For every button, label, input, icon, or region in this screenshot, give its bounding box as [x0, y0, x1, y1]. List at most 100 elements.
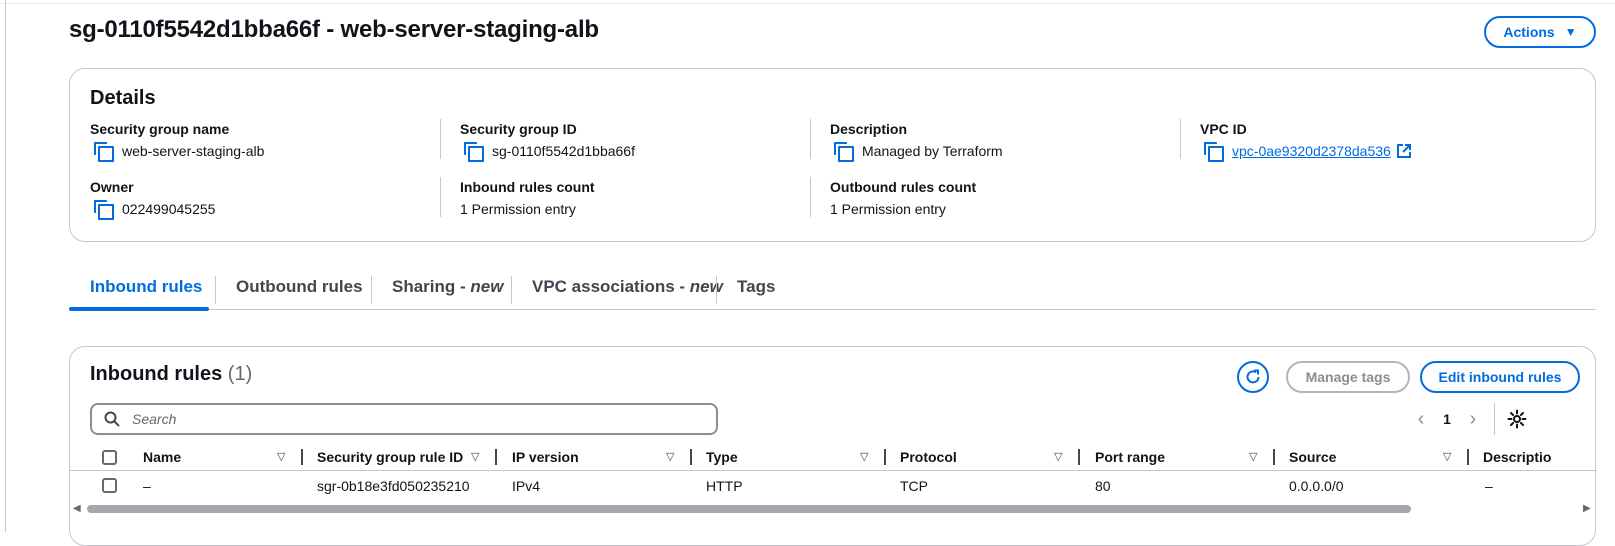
- tab-outbound-rules-label: Outbound rules: [236, 277, 363, 296]
- column-resizer[interactable]: [495, 449, 497, 465]
- settings-icon[interactable]: [1506, 408, 1528, 430]
- column-divider: [810, 119, 811, 159]
- column-header-source[interactable]: Source: [1289, 443, 1336, 471]
- page-number[interactable]: 1: [1432, 411, 1462, 427]
- tab-vpc-associations[interactable]: VPC associations - new: [532, 264, 723, 310]
- description-value: Managed by Terraform: [862, 142, 1003, 159]
- vpc-id-field: VPC ID vpc-0ae9320d2378da536: [1200, 121, 1411, 162]
- tab-inbound-rules[interactable]: Inbound rules: [90, 264, 202, 310]
- sort-icon[interactable]: ▽: [1249, 450, 1257, 463]
- owner-label: Owner: [90, 179, 134, 195]
- sort-icon[interactable]: ▽: [666, 450, 674, 463]
- sort-icon[interactable]: ▽: [860, 450, 868, 463]
- column-header-protocol[interactable]: Protocol: [900, 443, 957, 471]
- description-field: Description Managed by Terraform: [830, 121, 1003, 162]
- column-resizer[interactable]: [301, 449, 303, 465]
- security-group-id-value: sg-0110f5542d1bba66f: [492, 142, 635, 159]
- manage-tags-button[interactable]: Manage tags: [1286, 361, 1410, 393]
- column-resizer[interactable]: [690, 449, 692, 465]
- cell-ip-version: IPv4: [512, 478, 541, 494]
- scroll-left-icon[interactable]: ◀: [73, 503, 81, 514]
- copy-icon[interactable]: [1204, 142, 1224, 162]
- details-title: Details: [90, 87, 156, 109]
- copy-icon[interactable]: [464, 142, 484, 162]
- tab-sharing-label: Sharing -: [392, 277, 471, 296]
- cell-port-range: 80: [1095, 478, 1111, 494]
- vpc-id-label: VPC ID: [1200, 121, 1247, 137]
- cell-source: 0.0.0.0/0: [1289, 478, 1344, 494]
- external-link-icon[interactable]: [1396, 143, 1411, 158]
- tab-sharing-new-tag: new: [470, 277, 504, 296]
- sort-icon[interactable]: ▽: [1443, 450, 1451, 463]
- pagination: ‹ 1 ›: [1410, 407, 1484, 431]
- inbound-rules-count: (1): [227, 363, 253, 385]
- select-all-checkbox[interactable]: [102, 450, 117, 465]
- tab-outbound-rules[interactable]: Outbound rules: [236, 264, 363, 310]
- column-resizer[interactable]: [884, 449, 886, 465]
- tab-separator: [371, 276, 372, 304]
- scrollbar-thumb[interactable]: [87, 505, 1411, 513]
- inbound-rules-title: Inbound rules: [90, 363, 223, 385]
- copy-icon[interactable]: [94, 142, 114, 162]
- description-label: Description: [830, 121, 908, 137]
- security-group-name-field: Security group name web-server-staging-a…: [90, 121, 265, 162]
- tab-tags[interactable]: Tags: [737, 264, 775, 310]
- sort-icon[interactable]: ▽: [1054, 450, 1062, 463]
- owner-value: 022499045255: [122, 200, 216, 217]
- vpc-id-link[interactable]: vpc-0ae9320d2378da536: [1232, 143, 1391, 159]
- security-group-name-label: Security group name: [90, 121, 230, 137]
- cell-rule-id: sgr-0b18e3fd050235210: [317, 478, 470, 494]
- column-resizer[interactable]: [1467, 449, 1469, 465]
- row-checkbox[interactable]: [102, 478, 117, 493]
- tab-inbound-rules-label: Inbound rules: [90, 277, 203, 296]
- tab-separator: [716, 276, 717, 304]
- cell-description: –: [1485, 478, 1493, 494]
- tab-bar: Inbound rules Outbound rules Sharing - n…: [69, 264, 1596, 311]
- column-resizer[interactable]: [1273, 449, 1275, 465]
- edit-inbound-rules-button[interactable]: Edit inbound rules: [1420, 361, 1580, 393]
- security-group-name-value: web-server-staging-alb: [122, 142, 265, 159]
- actions-button-label: Actions: [1503, 24, 1555, 40]
- details-panel: Details Security group name web-server-s…: [69, 68, 1596, 242]
- column-header-name[interactable]: Name: [143, 443, 181, 471]
- refresh-icon: [1246, 369, 1260, 384]
- copy-icon[interactable]: [834, 142, 854, 162]
- tab-tags-label: Tags: [737, 277, 776, 296]
- sort-icon[interactable]: ▽: [471, 450, 479, 463]
- inbound-rules-heading: Inbound rules (1): [90, 363, 252, 386]
- table-row[interactable]: – sgr-0b18e3fd050235210 IPv4 HTTP TCP 80…: [70, 471, 1597, 501]
- table-header: Name ▽ Security group rule ID ▽ IP versi…: [70, 443, 1597, 471]
- column-header-description[interactable]: Descriptio: [1483, 443, 1551, 471]
- column-divider: [810, 177, 811, 217]
- column-header-port-range[interactable]: Port range: [1095, 443, 1165, 471]
- sort-icon[interactable]: ▽: [277, 450, 285, 463]
- search-input[interactable]: [130, 410, 690, 428]
- tab-separator: [215, 276, 216, 304]
- inbound-count-field: Inbound rules count 1 Permission entry: [460, 179, 595, 217]
- tab-vpc-associations-new-tag: new: [689, 277, 723, 296]
- search-icon: [104, 411, 120, 427]
- column-resizer[interactable]: [1078, 449, 1080, 465]
- copy-icon[interactable]: [94, 200, 114, 220]
- column-divider: [440, 119, 441, 159]
- search-field[interactable]: [90, 403, 718, 435]
- active-tab-indicator: [69, 307, 209, 311]
- tab-sharing[interactable]: Sharing - new: [392, 264, 503, 310]
- column-header-type[interactable]: Type: [706, 443, 738, 471]
- inbound-count-label: Inbound rules count: [460, 179, 595, 195]
- horizontal-scrollbar[interactable]: ◀ ▶: [73, 503, 1593, 515]
- scroll-right-icon[interactable]: ▶: [1583, 503, 1591, 514]
- refresh-button[interactable]: [1237, 361, 1269, 393]
- cell-name: –: [143, 478, 151, 494]
- chevron-right-icon[interactable]: ›: [1462, 408, 1484, 431]
- caret-down-icon: ▼: [1564, 25, 1577, 39]
- column-divider: [1180, 119, 1181, 159]
- column-header-ip-version[interactable]: IP version: [512, 443, 579, 471]
- left-rail: [0, 0, 6, 532]
- outbound-count-field: Outbound rules count 1 Permission entry: [830, 179, 976, 217]
- chevron-left-icon[interactable]: ‹: [1410, 408, 1432, 431]
- column-header-rule-id[interactable]: Security group rule ID: [317, 443, 463, 471]
- actions-button[interactable]: Actions ▼: [1484, 16, 1596, 48]
- security-group-id-field: Security group ID sg-0110f5542d1bba66f: [460, 121, 635, 162]
- inbound-rules-panel: Inbound rules (1) Manage tags Edit inbou…: [69, 346, 1597, 546]
